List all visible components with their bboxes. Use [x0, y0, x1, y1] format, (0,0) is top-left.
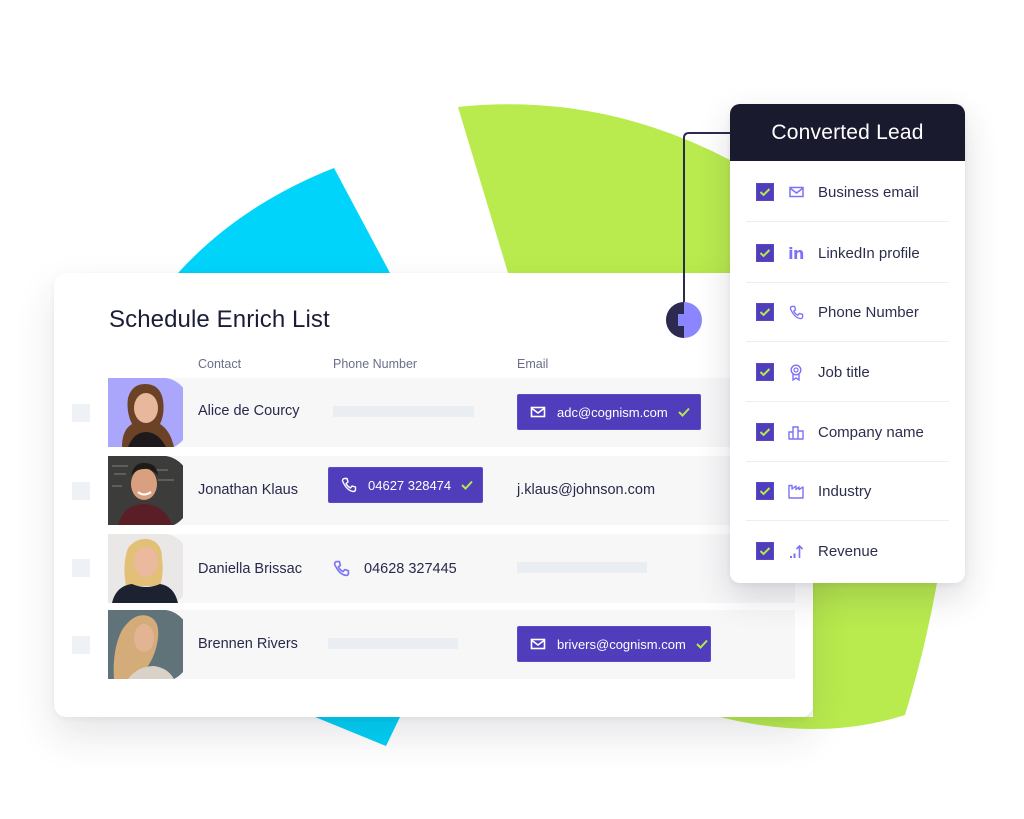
checkbox-checked[interactable] — [756, 482, 774, 500]
checkmark-icon — [695, 638, 709, 650]
item-label: Phone Number — [818, 303, 919, 321]
verified-phone-chip[interactable]: 04627 328474 — [328, 467, 483, 503]
phone-icon — [341, 477, 357, 493]
panel-item-phone-number[interactable]: Phone Number — [746, 282, 949, 342]
phone-number: 04628 327445 — [333, 560, 457, 577]
cyan-wedge-shape — [178, 168, 390, 273]
envelope-icon — [788, 184, 804, 200]
item-label: Business email — [818, 183, 919, 201]
column-header-contact: Contact — [198, 357, 242, 371]
panel-item-industry[interactable]: Industry — [746, 461, 949, 521]
phone-value: 04627 328474 — [368, 477, 452, 493]
cyan-wedge-shape-bottom — [315, 717, 400, 746]
phone-value: 04628 327445 — [364, 560, 457, 577]
email-value: j.klaus@johnson.com — [517, 482, 656, 498]
contact-name: Jonathan Klaus — [198, 482, 298, 498]
phone-icon — [788, 304, 804, 320]
phone-icon — [333, 560, 350, 577]
item-label: Revenue — [818, 542, 879, 560]
schedule-enrich-list-card: Schedule Enrich List Contact Phone Numbe… — [54, 273, 813, 717]
panel-item-job-title[interactable]: Job title — [746, 342, 949, 402]
checkmark-icon — [460, 479, 474, 491]
email-value: brivers@cognism.com — [557, 636, 686, 652]
factory-icon — [788, 483, 804, 499]
item-label: Industry — [818, 482, 872, 500]
avatar — [108, 610, 183, 679]
item-label: Company name — [818, 423, 924, 441]
verified-email-chip[interactable]: adc@cognism.com — [517, 394, 701, 430]
checkbox-checked[interactable] — [756, 303, 774, 321]
checkbox-checked[interactable] — [756, 423, 774, 441]
item-label: Job title — [818, 363, 870, 381]
item-label: LinkedIn profile — [818, 244, 920, 262]
checkbox-checked[interactable] — [756, 363, 774, 381]
linkedin-icon: in — [788, 243, 804, 263]
column-header-email: Email — [517, 357, 549, 371]
badge-icon — [788, 363, 804, 381]
checkbox-checked[interactable] — [756, 542, 774, 560]
avatar — [108, 534, 183, 603]
row-checkbox[interactable] — [72, 559, 90, 577]
converted-lead-panel: Converted Lead Business email in LinkedI… — [730, 104, 965, 583]
panel-item-business-email[interactable]: Business email — [746, 162, 949, 222]
panel-title: Converted Lead — [730, 104, 965, 161]
card-title: Schedule Enrich List — [109, 306, 330, 333]
contact-name: Brennen Rivers — [198, 636, 298, 652]
buildings-icon — [788, 424, 804, 440]
checkbox-checked[interactable] — [756, 183, 774, 201]
email-value: adc@cognism.com — [557, 404, 668, 420]
revenue-growth-icon — [788, 543, 804, 559]
envelope-icon — [530, 636, 546, 652]
contact-name: Daniella Brissac — [198, 561, 302, 577]
contact-name: Alice de Courcy — [198, 403, 300, 419]
checkmark-icon — [677, 406, 691, 418]
row-checkbox[interactable] — [72, 636, 90, 654]
panel-item-linkedin-profile[interactable]: in LinkedIn profile — [746, 223, 949, 283]
envelope-icon — [530, 404, 546, 420]
email-placeholder-bar — [517, 562, 647, 573]
row-checkbox[interactable] — [72, 404, 90, 422]
phone-placeholder-bar — [333, 406, 474, 417]
column-header-phone: Phone Number — [333, 357, 418, 371]
checkbox-checked[interactable] — [756, 244, 774, 262]
avatar — [108, 456, 183, 525]
phone-placeholder-bar — [328, 638, 458, 649]
panel-item-revenue[interactable]: Revenue — [746, 521, 949, 581]
avatar — [108, 378, 183, 447]
panel-item-company-name[interactable]: Company name — [746, 402, 949, 462]
verified-email-chip[interactable]: brivers@cognism.com — [517, 626, 711, 662]
row-checkbox[interactable] — [72, 482, 90, 500]
